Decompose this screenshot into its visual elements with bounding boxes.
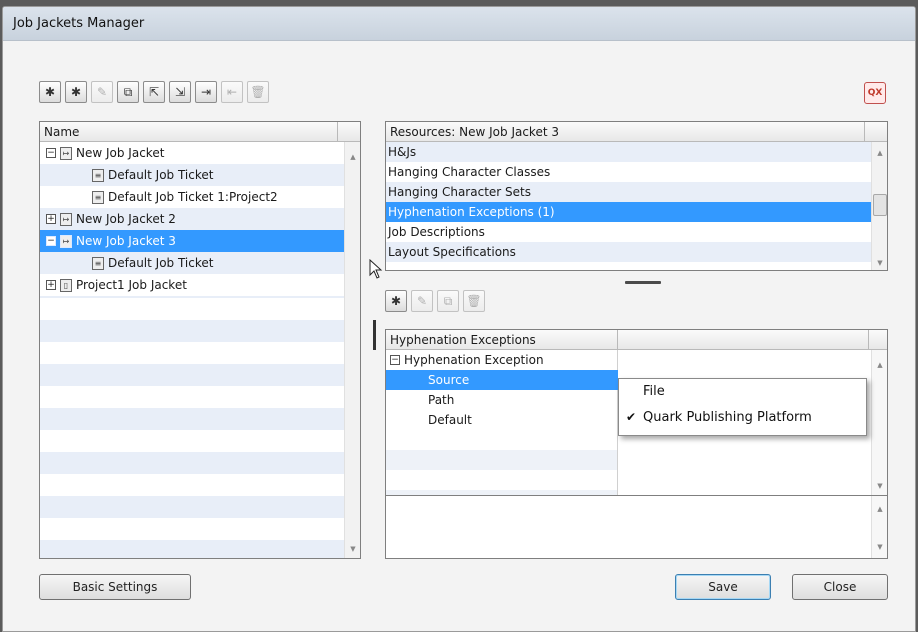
- scroll-up-icon[interactable]: ▲: [345, 150, 360, 164]
- scroll-down-icon[interactable]: ▼: [872, 540, 887, 554]
- tree-header: Name: [40, 122, 360, 142]
- job-jackets-manager-window: Job Jackets Manager ✱ ✱ ✎ ⧉ ⇱ ⇲ ⇥ ⇤ 🗑 QX…: [2, 6, 916, 632]
- job-ticket-icon: ≡: [92, 256, 104, 270]
- resources-header: Resources: New Job Jacket 3: [386, 122, 887, 142]
- import-icon: ⇥: [200, 85, 212, 99]
- scroll-down-icon[interactable]: ▼: [872, 479, 887, 493]
- duplicate-icon: ⧉: [123, 84, 133, 99]
- details-header: Hyphenation Exceptions: [386, 330, 887, 350]
- duplicate-button[interactable]: ⧉: [117, 81, 139, 103]
- checkmark-icon: ✔: [626, 410, 637, 424]
- mouse-cursor-icon: [369, 259, 383, 279]
- duplicate-icon: ⧉: [443, 293, 453, 308]
- resource-item[interactable]: Layout Specifications: [386, 242, 887, 262]
- resources-column-header[interactable]: Resources: New Job Jacket 3: [386, 122, 865, 141]
- window-title: Job Jackets Manager: [13, 16, 145, 31]
- delete-resource-button[interactable]: 🗑: [463, 290, 485, 312]
- open-icon: ⇱: [148, 85, 160, 99]
- source-dropdown-menu: File ✔ Quark Publishing Platform: [618, 378, 867, 436]
- tree-item[interactable]: + ▯ Project1 Job Jacket: [40, 274, 360, 296]
- edit-button[interactable]: ✎: [91, 81, 113, 103]
- description-scrollbar[interactable]: ▲ ▼: [871, 496, 887, 558]
- resource-toolbar: ✱ ✎ ⧉ 🗑: [385, 290, 485, 312]
- tree-scrollbar[interactable]: ▲ ▼: [344, 142, 360, 558]
- new-job-ticket-button[interactable]: ✱: [65, 81, 87, 103]
- details-row[interactable]: Path: [386, 390, 618, 410]
- source-option-quark-publishing-platform[interactable]: Quark Publishing Platform: [643, 410, 812, 425]
- new-job-jacket-icon: ✱: [44, 85, 56, 99]
- new-resource-button[interactable]: ✱: [385, 290, 407, 312]
- resources-rows: H&Js Hanging Character Classes Hanging C…: [386, 142, 887, 262]
- job-jacket-toolbar: ✱ ✱ ✎ ⧉ ⇱ ⇲ ⇥ ⇤ 🗑: [39, 81, 269, 103]
- panel-splitter-handle[interactable]: [625, 281, 661, 284]
- job-ticket-icon: ≡: [92, 190, 104, 204]
- resource-item[interactable]: Job Descriptions: [386, 222, 887, 242]
- tree-item[interactable]: ≡ Default Job Ticket: [40, 164, 360, 186]
- tree-item[interactable]: + ↦ New Job Jacket 2: [40, 208, 360, 230]
- source-option-file[interactable]: File: [643, 384, 665, 399]
- resource-item[interactable]: Hanging Character Sets: [386, 182, 887, 202]
- quark-logo-icon: QX: [864, 82, 886, 104]
- resource-item[interactable]: Hanging Character Classes: [386, 162, 887, 182]
- resources-scrollbar[interactable]: ▲ ▼: [871, 142, 887, 270]
- save-job-jacket-button[interactable]: ⇲: [169, 81, 191, 103]
- new-item-icon: ✱: [390, 294, 402, 308]
- scroll-up-icon[interactable]: ▲: [872, 358, 887, 372]
- delete-icon: 🗑: [466, 294, 482, 308]
- job-jacket-icon: ↦: [60, 212, 72, 226]
- collapse-icon[interactable]: −: [390, 355, 400, 365]
- tree-item[interactable]: ≡ Default Job Ticket: [40, 252, 360, 274]
- tree-list: − ↦ New Job Jacket ≡ Default Job Ticket ≡ De…: [40, 142, 360, 296]
- resources-list[interactable]: Resources: New Job Jacket 3 H&Js Hanging…: [385, 121, 888, 271]
- edit-icon: ✎: [96, 85, 108, 99]
- details-column-header[interactable]: Hyphenation Exceptions: [386, 330, 618, 349]
- close-button[interactable]: Close: [792, 574, 888, 600]
- edit-resource-button[interactable]: ✎: [411, 290, 433, 312]
- tree-item[interactable]: − ↦ New Job Jacket: [40, 142, 360, 164]
- project-jacket-icon: ▯: [60, 278, 72, 292]
- job-ticket-icon: ≡: [92, 168, 104, 182]
- scroll-up-icon[interactable]: ▲: [872, 502, 887, 516]
- details-group-row[interactable]: − Hyphenation Exception: [386, 350, 618, 370]
- export-icon: ⇤: [226, 85, 238, 99]
- open-button[interactable]: ⇱: [143, 81, 165, 103]
- tree-item[interactable]: ≡ Default Job Ticket 1:Project2: [40, 186, 360, 208]
- new-job-jacket-button[interactable]: ✱: [39, 81, 61, 103]
- job-jacket-icon: ↦: [60, 234, 72, 248]
- resize-indicator: [373, 320, 376, 350]
- delete-button[interactable]: 🗑: [247, 81, 269, 103]
- description-area[interactable]: ▲ ▼: [385, 496, 888, 559]
- resource-item[interactable]: H&Js: [386, 142, 887, 162]
- save-icon: ⇲: [174, 85, 186, 99]
- name-column-header[interactable]: Name: [40, 122, 338, 141]
- new-job-ticket-icon: ✱: [70, 85, 82, 99]
- delete-icon: 🗑: [250, 85, 266, 99]
- resource-item-selected[interactable]: Hyphenation Exceptions (1): [386, 202, 887, 222]
- scroll-down-icon[interactable]: ▼: [345, 542, 360, 556]
- export-button[interactable]: ⇤: [221, 81, 243, 103]
- scroll-down-icon[interactable]: ▼: [872, 256, 887, 270]
- import-button[interactable]: ⇥: [195, 81, 217, 103]
- edit-icon: ✎: [416, 294, 428, 308]
- tree-item-selected[interactable]: − ↦ New Job Jacket 3: [40, 230, 360, 252]
- scroll-thumb[interactable]: [873, 194, 887, 216]
- save-button[interactable]: Save: [675, 574, 771, 600]
- scroll-up-icon[interactable]: ▲: [872, 146, 887, 160]
- details-scrollbar[interactable]: ▲ ▼: [871, 350, 887, 495]
- details-empty-area: [386, 430, 618, 495]
- job-jacket-icon: ↦: [60, 146, 72, 160]
- expand-icon[interactable]: +: [46, 214, 56, 224]
- collapse-icon[interactable]: −: [46, 236, 56, 246]
- collapse-icon[interactable]: −: [46, 148, 56, 158]
- details-row[interactable]: Default: [386, 410, 618, 430]
- job-jacket-tree[interactable]: Name − ↦ New Job Jacket ≡ Default Job Ticke…: [39, 121, 361, 559]
- duplicate-resource-button[interactable]: ⧉: [437, 290, 459, 312]
- title-bar[interactable]: Job Jackets Manager: [3, 7, 915, 41]
- basic-settings-button[interactable]: Basic Settings: [39, 574, 191, 600]
- expand-icon[interactable]: +: [46, 280, 56, 290]
- details-value-header[interactable]: [618, 330, 869, 349]
- details-row-selected[interactable]: Source: [386, 370, 618, 390]
